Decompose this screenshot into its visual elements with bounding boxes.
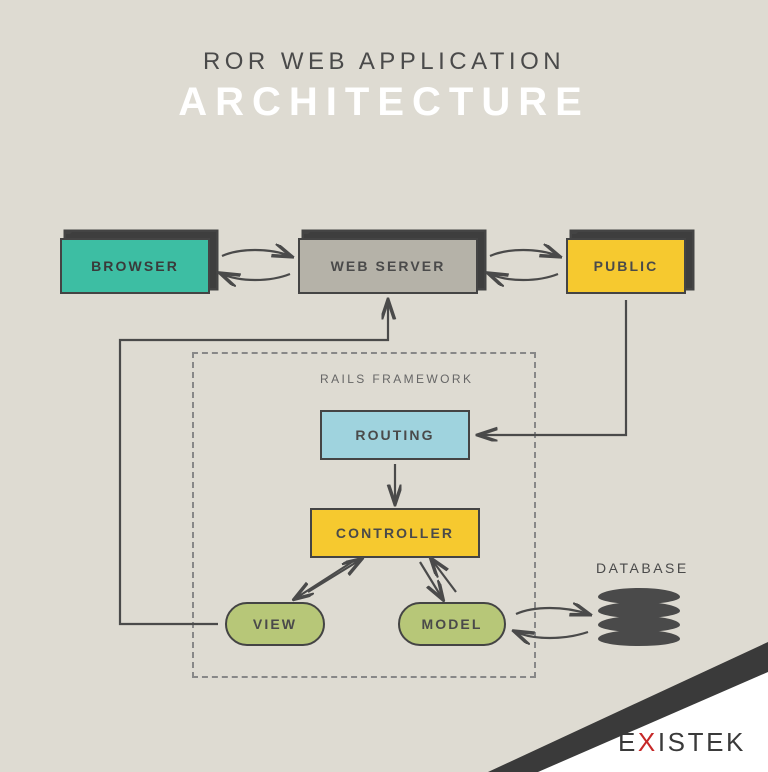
diagram-title: ROR WEB APPLICATION ARCHITECTURE — [0, 0, 768, 125]
node-database-label: DATABASE — [596, 560, 689, 576]
node-browser: BROWSER — [60, 238, 210, 294]
node-web-server-label: WEB SERVER — [331, 258, 446, 274]
brand-prefix: E — [618, 727, 638, 757]
brand-x: X — [638, 727, 658, 757]
title-line-2: ARCHITECTURE — [0, 80, 768, 125]
node-browser-label: BROWSER — [91, 258, 179, 274]
node-routing-label: ROUTING — [355, 427, 434, 443]
title-line-1: ROR WEB APPLICATION — [0, 48, 768, 76]
node-public-label: PUBLIC — [594, 258, 659, 274]
node-public: PUBLIC — [566, 238, 686, 294]
node-view: VIEW — [225, 602, 325, 646]
node-model: MODEL — [398, 602, 506, 646]
node-web-server: WEB SERVER — [298, 238, 478, 294]
brand-logo: EXISTEK — [618, 727, 746, 758]
node-view-label: VIEW — [253, 616, 297, 632]
node-controller: CONTROLLER — [310, 508, 480, 558]
node-routing: ROUTING — [320, 410, 470, 460]
brand-suffix: ISTEK — [658, 727, 746, 757]
node-controller-label: CONTROLLER — [336, 525, 454, 541]
rails-framework-label: RAILS FRAMEWORK — [320, 372, 473, 386]
node-model-label: MODEL — [421, 616, 482, 632]
